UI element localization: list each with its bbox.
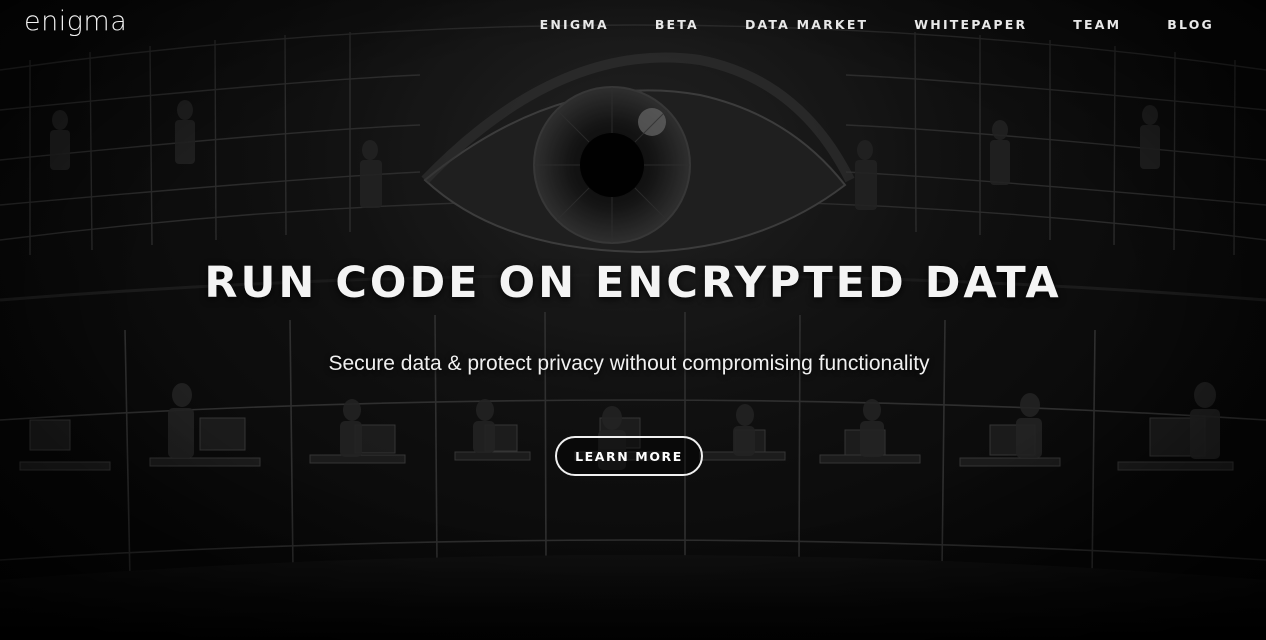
hero-section: enigma ENIGMA BETA DATA MARKET WHITEPAPE…	[0, 0, 1266, 640]
nav-item-whitepaper[interactable]: WHITEPAPER	[914, 17, 1027, 32]
nav-item-team[interactable]: TEAM	[1073, 17, 1121, 32]
main-nav: ENIGMA BETA DATA MARKET WHITEPAPER TEAM …	[540, 17, 1214, 32]
hero-subheadline: Secure data & protect privacy without co…	[328, 352, 930, 375]
top-navbar: enigma ENIGMA BETA DATA MARKET WHITEPAPE…	[0, 0, 1266, 50]
nav-item-blog[interactable]: BLOG	[1167, 17, 1214, 32]
panopticon-eye-illustration	[0, 0, 1266, 640]
nav-item-enigma[interactable]: ENIGMA	[540, 17, 609, 32]
learn-more-button[interactable]: LEARN MORE	[555, 436, 703, 476]
hero-headline: RUN CODE ON ENCRYPTED DATA	[204, 258, 1062, 308]
enigma-logo[interactable]: enigma	[24, 6, 127, 37]
nav-item-beta[interactable]: BETA	[655, 17, 699, 32]
nav-item-data-market[interactable]: DATA MARKET	[745, 17, 868, 32]
